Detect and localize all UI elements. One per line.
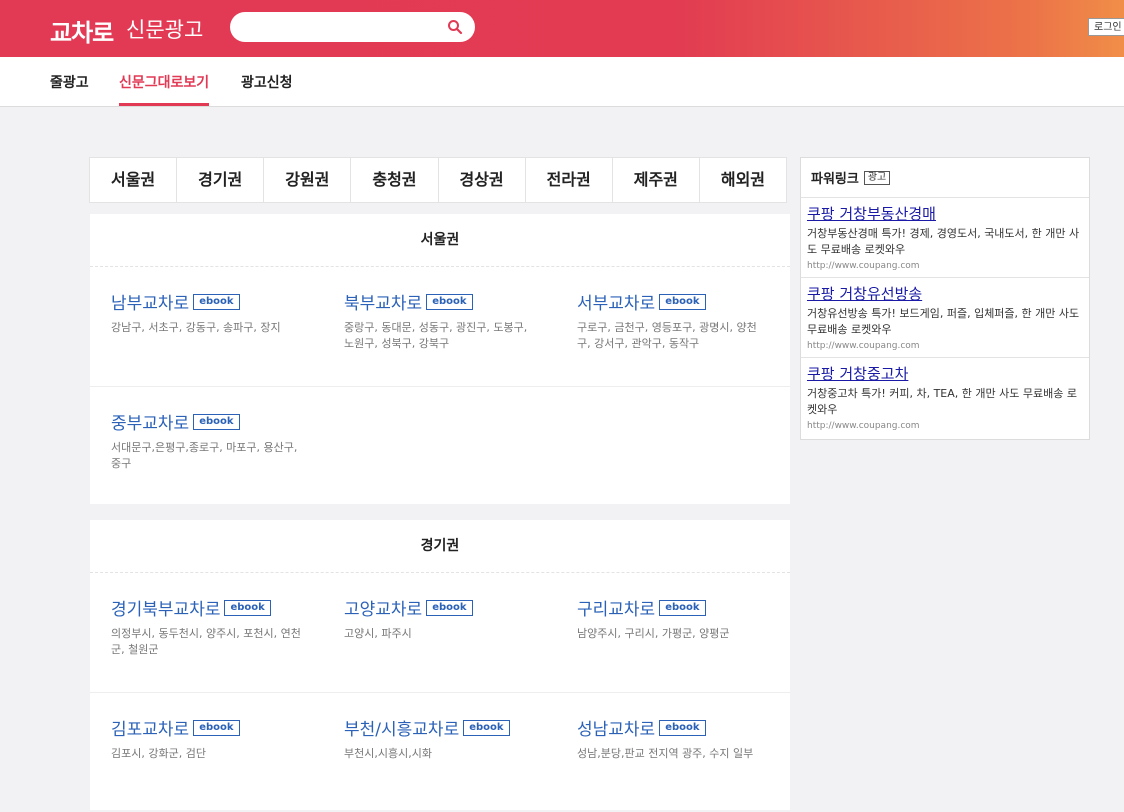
paper-item: 성남교차로 ebook 성남,분당,판교 전지역 광주, 수지 일부 <box>577 715 767 762</box>
powerlink-header: 파워링크 광고 <box>801 158 1089 198</box>
paper-link[interactable]: 고양교차로 <box>344 595 422 620</box>
ebook-button[interactable]: ebook <box>463 719 510 736</box>
paper-item: 고양교차로 ebook 고양시, 파주시 <box>344 595 534 642</box>
ad-description: 거창중고차 특가! 커피, 차, TEA, 한 개만 사도 무료배송 로켓와우 <box>807 387 1077 416</box>
region-section-gyeonggi: 경기권 경기북부교차로 ebook 의정부시, 동두천시, 양주시, 포천시, … <box>90 520 790 810</box>
paper-link[interactable]: 북부교차로 <box>344 289 422 314</box>
main-nav: 줄광고 신문그대로보기 광고신청 <box>0 57 1124 107</box>
paper-item: 북부교차로 ebook 중랑구, 동대문, 성동구, 광진구, 도봉구, 노원구… <box>344 289 534 352</box>
paper-link[interactable]: 경기북부교차로 <box>111 595 220 620</box>
ad-url: http://www.coupang.com <box>807 261 920 271</box>
ebook-button[interactable]: ebook <box>193 719 240 736</box>
paper-link[interactable]: 부천/시흥교차로 <box>344 715 459 740</box>
paper-link[interactable]: 성남교차로 <box>577 715 655 740</box>
coverage-text: 김포시, 강화군, 검단 <box>111 747 206 760</box>
nav-item-line-ads[interactable]: 줄광고 <box>50 72 89 106</box>
ad-title-link[interactable]: 쿠팡 거창유선방송 <box>807 283 1083 304</box>
nav-item-ad-request[interactable]: 광고신청 <box>241 72 293 106</box>
paper-item: 서부교차로 ebook 구로구, 금천구, 영등포구, 광명시, 양천구, 강서… <box>577 289 767 352</box>
coverage-text: 강남구, 서초구, 강동구, 송파구, 장지 <box>111 321 281 334</box>
paper-item: 부천/시흥교차로 ebook 부천시,시흥시,시화 <box>344 715 534 762</box>
tab-jeju[interactable]: 제주권 <box>613 158 700 202</box>
ad-badge: 광고 <box>863 170 891 185</box>
logo-subtitle[interactable]: 신문광고 <box>126 14 203 44</box>
paper-item: 구리교차로 ebook 남양주시, 구리시, 가평군, 양평군 <box>577 595 767 642</box>
paper-link[interactable]: 서부교차로 <box>577 289 655 314</box>
ad-item: 쿠팡 거창부동산경매 거창부동산경매 특가! 경제, 경영도서, 국내도서, 한… <box>801 198 1089 278</box>
search-icon[interactable] <box>447 19 463 35</box>
tab-overseas[interactable]: 해외권 <box>700 158 786 202</box>
coverage-text: 부천시,시흥시,시화 <box>344 747 432 760</box>
top-header: 교차로 신문광고 로그인 <box>0 0 1124 57</box>
ebook-button[interactable]: ebook <box>659 719 706 736</box>
tab-seoul[interactable]: 서울권 <box>90 158 178 202</box>
ad-item: 쿠팡 거창중고차 거창중고차 특가! 커피, 차, TEA, 한 개만 사도 무… <box>801 358 1089 438</box>
ad-description: 거창유선방송 특가! 보드게임, 퍼즐, 입체퍼즐, 한 개만 사도 무료배송 … <box>807 307 1080 336</box>
coverage-text: 서대문구,은평구,종로구, 마포구, 용산구, 중구 <box>111 441 298 470</box>
ebook-button[interactable]: ebook <box>193 293 240 310</box>
tab-jeolla[interactable]: 전라권 <box>526 158 613 202</box>
ebook-button[interactable]: ebook <box>426 293 473 310</box>
coverage-text: 고양시, 파주시 <box>344 627 412 640</box>
paper-link[interactable]: 남부교차로 <box>111 289 189 314</box>
logo[interactable]: 교차로 <box>50 13 114 48</box>
section-title: 경기권 <box>90 520 790 573</box>
region-tabs: 서울권 경기권 강원권 충청권 경상권 전라권 제주권 해외권 <box>89 157 787 203</box>
ad-url: http://www.coupang.com <box>807 341 920 351</box>
paper-link[interactable]: 중부교차로 <box>111 409 189 434</box>
ad-item: 쿠팡 거창유선방송 거창유선방송 특가! 보드게임, 퍼즐, 입체퍼즐, 한 개… <box>801 278 1089 358</box>
tab-gyeongsang[interactable]: 경상권 <box>439 158 526 202</box>
paper-item: 남부교차로 ebook 강남구, 서초구, 강동구, 송파구, 장지 <box>111 289 301 336</box>
ebook-button[interactable]: ebook <box>193 413 240 430</box>
region-row: 김포교차로 ebook 김포시, 강화군, 검단 부천/시흥교차로 ebook … <box>90 693 790 812</box>
ad-title-link[interactable]: 쿠팡 거창부동산경매 <box>807 203 1083 224</box>
search-input[interactable] <box>230 12 475 42</box>
coverage-text: 중랑구, 동대문, 성동구, 광진구, 도봉구, 노원구, 성북구, 강북구 <box>344 321 528 350</box>
ad-url: http://www.coupang.com <box>807 421 920 431</box>
ad-description: 거창부동산경매 특가! 경제, 경영도서, 국내도서, 한 개만 사도 무료배송… <box>807 227 1080 256</box>
ebook-button[interactable]: ebook <box>659 599 706 616</box>
nav-item-newspaper-view[interactable]: 신문그대로보기 <box>119 72 210 106</box>
tab-chungcheong[interactable]: 충청권 <box>351 158 439 202</box>
ebook-button[interactable]: ebook <box>659 293 706 310</box>
region-row: 경기북부교차로 ebook 의정부시, 동두천시, 양주시, 포천시, 연천군,… <box>90 573 790 693</box>
paper-item: 중부교차로 ebook 서대문구,은평구,종로구, 마포구, 용산구, 중구 <box>111 409 301 472</box>
login-button[interactable]: 로그인 <box>1088 18 1124 36</box>
powerlink-panel: 파워링크 광고 쿠팡 거창부동산경매 거창부동산경매 특가! 경제, 경영도서,… <box>800 157 1090 440</box>
coverage-text: 성남,분당,판교 전지역 광주, 수지 일부 <box>577 747 754 760</box>
coverage-text: 남양주시, 구리시, 가평군, 양평군 <box>577 627 730 640</box>
paper-link[interactable]: 김포교차로 <box>111 715 189 740</box>
tab-gangwon[interactable]: 강원권 <box>264 158 352 202</box>
region-row: 남부교차로 ebook 강남구, 서초구, 강동구, 송파구, 장지 북부교차로… <box>90 267 790 387</box>
section-title: 서울권 <box>90 214 790 267</box>
powerlink-title: 파워링크 <box>811 172 859 187</box>
paper-link[interactable]: 구리교차로 <box>577 595 655 620</box>
ebook-button[interactable]: ebook <box>224 599 271 616</box>
region-row: 중부교차로 ebook 서대문구,은평구,종로구, 마포구, 용산구, 중구 <box>90 387 790 506</box>
coverage-text: 구로구, 금천구, 영등포구, 광명시, 양천구, 강서구, 관악구, 동작구 <box>577 321 757 350</box>
tab-gyeonggi[interactable]: 경기권 <box>177 158 265 202</box>
region-section-seoul: 서울권 남부교차로 ebook 강남구, 서초구, 강동구, 송파구, 장지 북… <box>90 214 790 504</box>
ebook-button[interactable]: ebook <box>426 599 473 616</box>
coverage-text: 의정부시, 동두천시, 양주시, 포천시, 연천군, 철원군 <box>111 627 301 656</box>
paper-item: 경기북부교차로 ebook 의정부시, 동두천시, 양주시, 포천시, 연천군,… <box>111 595 301 658</box>
ad-title-link[interactable]: 쿠팡 거창중고차 <box>807 363 1083 384</box>
paper-item: 김포교차로 ebook 김포시, 강화군, 검단 <box>111 715 301 762</box>
